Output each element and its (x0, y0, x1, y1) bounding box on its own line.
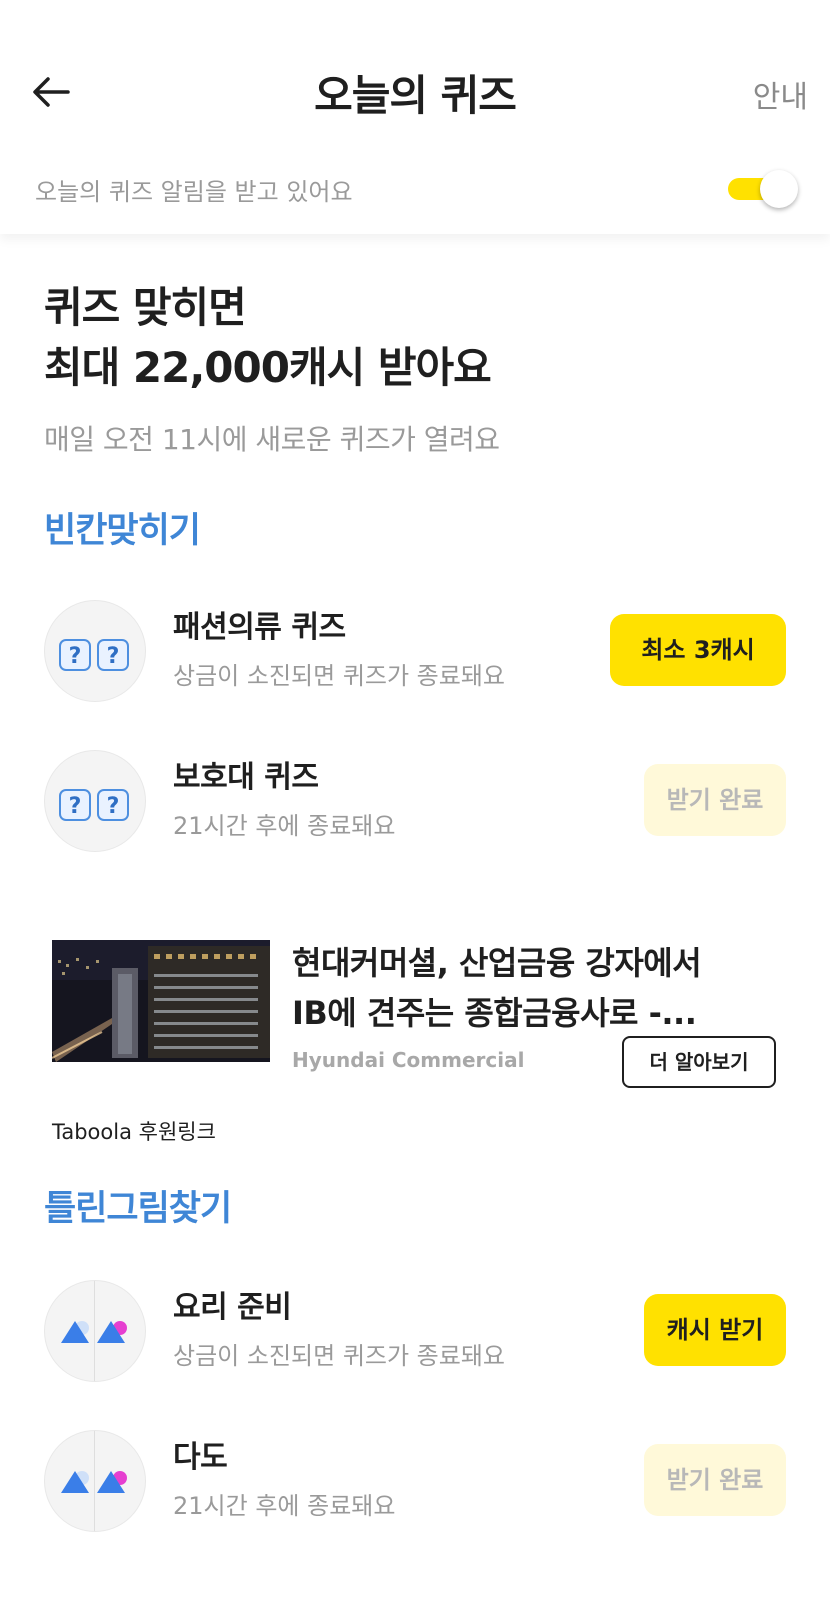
question-mark-right: ? (97, 639, 129, 671)
learn-more-button[interactable]: 더 알아보기 (622, 1036, 776, 1088)
hero-title-line2: 최대 22,000캐시 받아요 (44, 343, 492, 392)
triangle-left (61, 1321, 89, 1343)
ad-headline-line1: 현대커머셜, 산업금융 강자에서 (292, 944, 702, 982)
notification-label: 오늘의 퀴즈 알림을 받고 있어요 (35, 178, 353, 206)
page-title: 오늘의 퀴즈 (314, 71, 517, 120)
quiz-item[interactable]: 요리 준비 상금이 소진되면 퀴즈가 종료돼요 캐시 받기 (0, 1276, 830, 1386)
app-header: 오늘의 퀴즈 안내 오늘의 퀴즈 알림을 받고 있어요 (0, 0, 830, 234)
hero-title: 퀴즈 맞히면 최대 22,000캐시 받아요 (44, 278, 492, 398)
question-box-icon: ? ? (44, 750, 146, 852)
ad-building-image (52, 940, 270, 1062)
quiz-item[interactable]: ? ? 보호대 퀴즈 21시간 후에 종료돼요 받기 완료 (0, 746, 830, 856)
info-link[interactable]: 안내 (753, 72, 808, 116)
quiz-item[interactable]: 다도 21시간 후에 종료돼요 받기 완료 (0, 1426, 830, 1536)
icon-divider (94, 1281, 95, 1381)
ad-headline[interactable]: 현대커머셜, 산업금융 강자에서 IB에 견주는 종합금융사로 -... (292, 938, 752, 1038)
quiz-title: 보호대 퀴즈 (173, 760, 319, 795)
toggle-knob (760, 170, 798, 208)
quiz-title: 패션의류 퀴즈 (173, 610, 346, 645)
quiz-title: 다도 (173, 1440, 228, 1475)
quiz-subtitle: 21시간 후에 종료돼요 (173, 1492, 396, 1520)
section-title-spot-difference: 틀린그림찾기 (44, 1189, 232, 1229)
triangle-left (61, 1471, 89, 1493)
hero-title-line1: 퀴즈 맞히면 (44, 283, 247, 332)
spot-difference-icon (44, 1280, 146, 1382)
reward-button[interactable]: 캐시 받기 (644, 1294, 786, 1366)
quiz-subtitle: 상금이 소진되면 퀴즈가 종료돼요 (173, 662, 506, 690)
reward-received-button[interactable]: 받기 완료 (644, 764, 786, 836)
sponsor-label[interactable]: Taboola 후원링크 (52, 1116, 216, 1146)
reward-received-button[interactable]: 받기 완료 (644, 1444, 786, 1516)
question-mark-left: ? (59, 639, 91, 671)
ad-headline-line2: IB에 견주는 종합금융사로 -... (292, 994, 697, 1032)
question-box-icon: ? ? (44, 600, 146, 702)
quiz-title: 요리 준비 (173, 1290, 292, 1325)
notification-toggle[interactable] (724, 170, 798, 208)
ad-thumbnail (52, 940, 270, 1062)
reward-button[interactable]: 최소 3캐시 (610, 614, 786, 686)
triangle-right (97, 1321, 125, 1343)
spot-difference-icon (44, 1430, 146, 1532)
triangle-right (97, 1471, 125, 1493)
icon-divider (94, 1431, 95, 1531)
question-mark-right: ? (97, 789, 129, 821)
sponsored-ad[interactable]: 현대커머셜, 산업금융 강자에서 IB에 견주는 종합금융사로 -... Hyu… (0, 930, 830, 1150)
ad-source: Hyundai Commercial (292, 1048, 525, 1072)
section-title-fill-blank: 빈칸맞히기 (44, 511, 201, 551)
quiz-item[interactable]: ? ? 패션의류 퀴즈 상금이 소진되면 퀴즈가 종료돼요 최소 3캐시 (0, 596, 830, 706)
quiz-subtitle: 21시간 후에 종료돼요 (173, 812, 396, 840)
question-mark-left: ? (59, 789, 91, 821)
hero-subtitle: 매일 오전 11시에 새로운 퀴즈가 열려요 (44, 423, 500, 456)
quiz-subtitle: 상금이 소진되면 퀴즈가 종료돼요 (173, 1342, 506, 1370)
